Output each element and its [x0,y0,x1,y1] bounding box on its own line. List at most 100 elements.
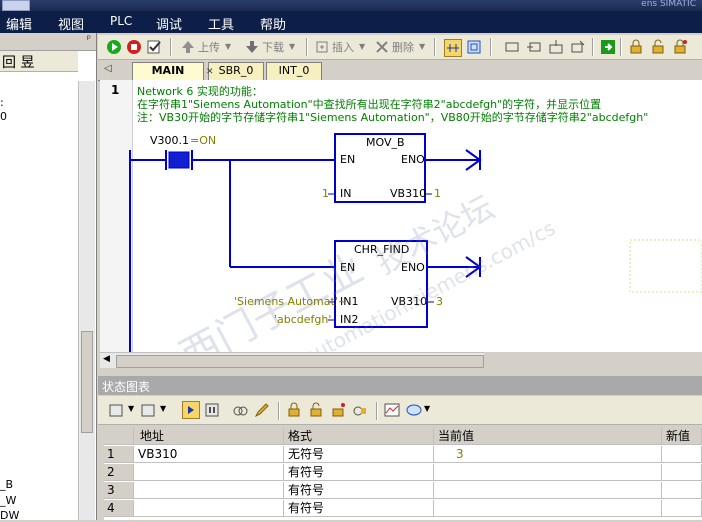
unforce-all-icon[interactable] [330,402,346,418]
trend-chart-icon[interactable] [384,402,400,418]
mov-b-eno: ENO [401,153,425,166]
chevron-down-icon[interactable]: ▼ [128,404,134,413]
menu-help[interactable]: 帮助 [260,14,286,33]
current-value-cell [434,500,662,517]
format-cell[interactable]: 有符号 [284,500,434,517]
format-cell[interactable]: 无符号 [284,446,434,463]
read-icon[interactable] [232,402,248,418]
menu-debug[interactable]: 调试 [156,14,182,33]
scrollbar-thumb[interactable] [116,355,484,368]
compile-icon[interactable] [146,39,162,55]
menu-edit[interactable]: 编辑 [6,14,32,33]
box-icon[interactable] [504,39,520,55]
scrollbar-thumb[interactable] [81,331,93,433]
panel-toolbar: 回 昱 [0,51,78,72]
format-cell[interactable]: 有符号 [284,464,434,481]
chart-status-icon[interactable] [182,401,200,419]
delete-label[interactable]: 删除 [392,39,414,55]
new-value-cell[interactable] [662,446,702,463]
column-header-current[interactable]: 当前值 [434,428,662,445]
horizontal-scrollbar[interactable]: ◀ [100,352,484,368]
up-arrow-box-icon[interactable] [548,39,564,55]
menu-view[interactable]: 视图 [58,14,84,33]
mov-b-out-value: 1 [434,187,441,200]
new-value-cell[interactable] [662,500,702,517]
upload-label[interactable]: 上传 [198,39,220,55]
tree-fragment: _B [0,478,14,491]
unlock-icon[interactable] [650,39,666,55]
mov-b-in: IN [340,187,352,200]
address-cell[interactable] [134,500,284,517]
panel-toolbar-icons[interactable]: 回 昱 [2,52,34,72]
left-arrow-box-icon[interactable] [526,39,542,55]
format-cell[interactable]: 有符号 [284,482,434,499]
delete-icon[interactable] [374,39,390,55]
panel-header: ᵖ [0,33,96,51]
status-chart-title: 状态图表 [102,380,151,394]
row-number: 4 [104,500,134,517]
column-header-address[interactable]: 地址 [134,428,284,445]
current-value-cell [434,464,662,481]
address-cell[interactable]: VB310 [134,446,284,463]
lock-icon[interactable] [628,39,644,55]
tab-sbr0[interactable]: SBR_0 [208,62,264,80]
drop-target-placeholder [629,239,702,293]
insert-icon[interactable] [314,39,330,55]
current-value-cell: 3 [434,446,662,463]
close-icon[interactable]: ✕ [206,67,214,77]
chevron-down-icon[interactable]: ▼ [160,404,166,413]
status-chart-grid: 地址 格式 当前值 新值 1 VB310 无符号 3 2 有符号 3 有符号 4… [104,428,702,520]
box-out-icon[interactable] [570,39,586,55]
address-cell[interactable] [134,482,284,499]
go-arrow-icon[interactable] [600,39,616,55]
run-icon[interactable] [106,39,122,55]
download-icon[interactable] [244,39,260,55]
chevron-down-icon[interactable]: ▼ [419,42,425,51]
mov-b-out: VB310 [390,187,427,200]
chevron-down-icon[interactable]: ▼ [359,42,365,51]
options-icon[interactable] [406,402,422,418]
tab-int0[interactable]: INT_0 [266,62,322,80]
chevron-down-icon[interactable]: ▼ [289,42,295,51]
new-value-cell[interactable] [662,464,702,481]
force-lock-icon[interactable] [286,402,302,418]
tab-main[interactable]: MAIN [132,62,204,80]
vertical-scrollbar[interactable] [78,81,95,520]
unforce-icon[interactable] [308,402,324,418]
address-cell[interactable] [134,464,284,481]
window-title: ens SIMATIC [641,0,696,9]
editor-toolbar: 上传 ▼ 下载 ▼ 插入 ▼ 删除 ▼ [98,35,702,60]
chevron-down-icon[interactable]: ▼ [424,404,430,413]
title-bar: ens SIMATIC [0,0,702,11]
ladder-view-icon[interactable] [444,39,462,57]
column-header-format[interactable]: 格式 [284,428,434,445]
contact-energized [168,151,190,169]
write-pencil-icon[interactable] [254,402,270,418]
new-value-cell[interactable] [662,482,702,499]
ladder-editor[interactable]: 1 Network 6 实现的功能： 在字符串1"Siemens Automat… [100,80,702,352]
chevron-left-icon[interactable]: ◁ [104,63,112,74]
project-tree-panel: ᵖ 回 昱 : 0 _B _W DW [0,33,97,522]
chevron-left-icon[interactable]: ◀ [103,354,110,364]
network-view-icon[interactable] [466,39,482,55]
editor-tabs: ◁ MAIN SBR_0 INT_0 ✕ [98,60,702,81]
pin-icon[interactable]: ᵖ [87,34,91,45]
column-header-new[interactable]: 新值 [662,428,702,445]
add-row-icon[interactable] [108,402,124,418]
stop-icon[interactable] [126,39,142,55]
upload-icon[interactable] [180,39,196,55]
mov-b-title: MOV_B [366,136,405,149]
insert-label[interactable]: 插入 [332,39,354,55]
tree-fragment: 0 [0,110,7,123]
pause-icon[interactable] [204,402,220,418]
read-forced-icon[interactable] [352,402,368,418]
menu-plc[interactable]: PLC [110,14,132,28]
splitter[interactable] [98,370,702,375]
tree-fragment: : [0,96,4,109]
download-label[interactable]: 下载 [262,39,284,55]
insert-row-icon[interactable] [140,402,156,418]
app-menu-button[interactable] [2,0,30,11]
lock-star-icon[interactable] [672,39,688,55]
chevron-down-icon[interactable]: ▼ [225,42,231,51]
menu-tools[interactable]: 工具 [208,14,234,33]
